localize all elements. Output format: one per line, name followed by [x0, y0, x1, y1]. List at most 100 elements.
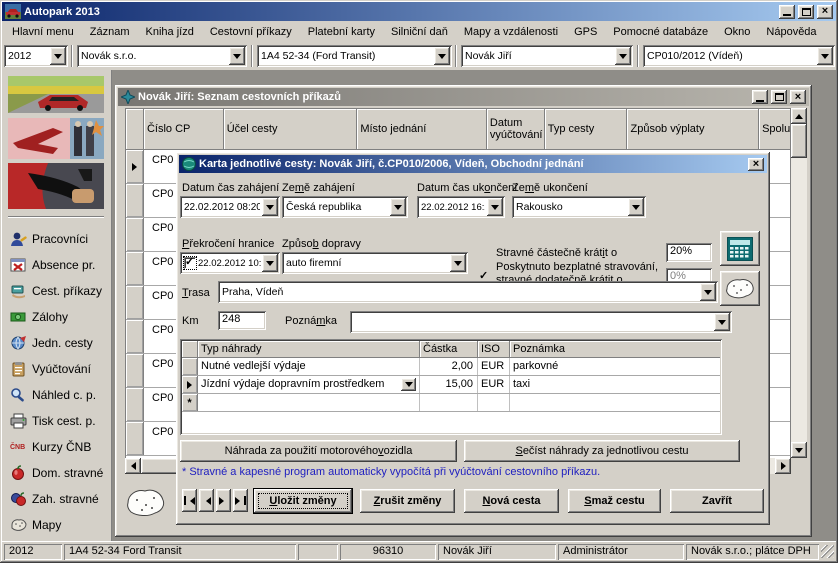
expense-iso-cell[interactable]: EUR: [478, 376, 510, 393]
menu-napoveda[interactable]: Nápověda: [758, 24, 824, 40]
start-datetime-combobox[interactable]: 22.02.2012 08:20: [180, 196, 280, 218]
menu-platebni-karty[interactable]: Platební karty: [300, 24, 383, 40]
trip-combobox[interactable]: CP010/2012 (Vídeň): [643, 45, 835, 67]
transport-mode-combobox[interactable]: auto firemní: [282, 252, 468, 274]
calculator-button[interactable]: [720, 231, 760, 266]
czech-map-icon[interactable]: [124, 485, 166, 521]
expense-column-iso[interactable]: ISO: [478, 341, 510, 358]
route-map-button[interactable]: [720, 271, 760, 306]
expense-column-castka[interactable]: Částka: [420, 341, 478, 358]
sidebar-item-mapy[interactable]: Mapy: [10, 512, 110, 538]
dropdown-button[interactable]: [450, 254, 466, 272]
km-field[interactable]: 248: [218, 311, 266, 330]
scroll-left-button[interactable]: [125, 458, 141, 474]
sidebar-item-absence-pr[interactable]: Absence pr.: [10, 252, 110, 278]
expense-note-cell[interactable]: parkovné: [510, 358, 720, 375]
dropdown-button[interactable]: [487, 198, 503, 216]
sidebar-item-tisk-cest-p[interactable]: Tisk cest. p.: [10, 408, 110, 434]
expense-column-typ-nahrady[interactable]: Typ náhrady: [198, 341, 420, 358]
sidebar-item-kurzy-cnb[interactable]: ČNB Kurzy ČNB: [10, 434, 110, 460]
sidebar-item-zalohy[interactable]: Zálohy: [10, 304, 110, 330]
sidebar-item-nahled-cp[interactable]: Náhled c. p.: [10, 382, 110, 408]
meal-cut-percent-field[interactable]: 20%: [666, 243, 712, 262]
car-photo[interactable]: [8, 76, 104, 113]
scroll-down-button[interactable]: [791, 442, 807, 458]
start-country-combobox[interactable]: Česká republika: [282, 196, 408, 218]
dropdown-button[interactable]: [262, 254, 278, 272]
sidebar-item-cest-prikazy[interactable]: Cest. příkazy: [10, 278, 110, 304]
dropdown-button[interactable]: [390, 198, 406, 216]
child-minimize-button[interactable]: [752, 90, 768, 104]
hscrollbar-thumb[interactable]: [141, 458, 181, 474]
menu-mapy-a-vzdalenosti[interactable]: Mapy a vzdálenosti: [456, 24, 566, 40]
cancel-changes-button[interactable]: Zrušit změny: [360, 489, 455, 513]
vehicle-compensation-button[interactable]: Náhrada za použití motorového vozidla: [180, 440, 457, 462]
scroll-up-button[interactable]: [791, 108, 807, 124]
note-combobox[interactable]: [350, 311, 732, 333]
scroll-right-button[interactable]: [775, 458, 791, 474]
expense-type-dropdown-button[interactable]: [401, 378, 416, 391]
close-dialog-button[interactable]: Zavřít: [670, 489, 764, 513]
expense-type-cell[interactable]: Nutné vedlejší výdaje: [198, 358, 420, 375]
menu-gps[interactable]: GPS: [566, 24, 605, 40]
dropdown-button[interactable]: [714, 313, 730, 331]
year-combobox[interactable]: 2012: [4, 45, 68, 67]
expense-row-selected[interactable]: Jízdní výdaje dopravním prostředkem 15,0…: [182, 376, 720, 394]
last-record-button[interactable]: [233, 489, 248, 512]
border-crossing-combobox[interactable]: 22.02.2012 10:15: [180, 252, 280, 274]
end-datetime-combobox[interactable]: 22.02.2012 16:25: [417, 196, 505, 218]
column-header-misto-jednani[interactable]: Místo jednání: [357, 109, 487, 150]
year-dropdown-button[interactable]: [50, 47, 66, 65]
dropdown-button[interactable]: [700, 283, 716, 301]
expense-column-poznamka[interactable]: Poznámka: [510, 341, 720, 358]
menu-silnicni-dan[interactable]: Silniční daň: [383, 24, 456, 40]
column-header-ucel-cesty[interactable]: Účel cesty: [224, 109, 358, 150]
first-record-button[interactable]: [182, 489, 197, 512]
sidebar-item-pracovnici[interactable]: Pracovníci: [10, 226, 110, 252]
sidebar-item-jedn-cesty[interactable]: Jedn. cesty: [10, 330, 110, 356]
company-combobox[interactable]: Novák s.r.o.: [77, 45, 247, 67]
maximize-button[interactable]: [798, 5, 814, 19]
sidebar-item-vyuctovani[interactable]: Vyúčtování: [10, 356, 110, 382]
trip-dropdown-button[interactable]: [817, 47, 833, 65]
minimize-button[interactable]: [779, 5, 795, 19]
dialog-close-button[interactable]: ×: [748, 158, 764, 171]
scrollbar-thumb[interactable]: [791, 124, 807, 158]
delete-trip-button[interactable]: Smaž cestu: [568, 489, 661, 513]
child-close-button[interactable]: ×: [790, 90, 806, 104]
child-maximize-button[interactable]: [771, 90, 787, 104]
resize-grip[interactable]: [821, 545, 834, 558]
expense-iso-cell[interactable]: EUR: [478, 358, 510, 375]
sum-trip-button[interactable]: Sečíst náhrady za jednotlivou cestu: [464, 440, 740, 462]
previous-record-button[interactable]: [199, 489, 214, 512]
expense-amount-cell[interactable]: 2,00: [420, 358, 478, 375]
column-header-cislo-cp[interactable]: Číslo CP: [144, 109, 224, 150]
vertical-scrollbar[interactable]: [791, 108, 807, 458]
expense-new-row[interactable]: *: [182, 394, 720, 412]
close-button[interactable]: ×: [817, 5, 833, 19]
column-header-typ-cesty[interactable]: Typ cesty: [545, 109, 628, 150]
expense-type-cell[interactable]: Jízdní výdaje dopravním prostředkem: [198, 376, 420, 393]
fuel-pump-photo[interactable]: [8, 163, 104, 209]
expense-note-cell[interactable]: taxi: [510, 376, 720, 393]
travel-orders-titlebar[interactable]: Novák Jiří: Seznam cestovních příkazů ×: [118, 88, 809, 106]
company-dropdown-button[interactable]: [229, 47, 245, 65]
column-header-datum-vyuctovani[interactable]: Datum vyúčtování: [487, 109, 545, 150]
new-trip-button[interactable]: Nová cesta: [464, 489, 559, 513]
vehicle-dropdown-button[interactable]: [434, 47, 450, 65]
menu-cestovni-prikazy[interactable]: Cestovní příkazy: [202, 24, 300, 40]
vehicle-combobox[interactable]: 1A4 52-34 (Ford Transit): [257, 45, 452, 67]
menu-kniha-jizd[interactable]: Kniha jízd: [138, 24, 202, 40]
dropdown-button[interactable]: [262, 198, 278, 216]
dropdown-button[interactable]: [628, 198, 644, 216]
airplane-photo[interactable]: [8, 118, 104, 159]
route-combobox[interactable]: Praha, Vídeň: [218, 281, 718, 303]
driver-combobox[interactable]: Novák Jiří: [461, 45, 633, 67]
expense-amount-cell[interactable]: 15,00: [420, 376, 478, 393]
save-changes-button[interactable]: Uložit změny: [254, 489, 352, 513]
dialog-titlebar[interactable]: Karta jednotlivé cesty: Novák Jiří, č.CP…: [179, 155, 767, 173]
next-record-button[interactable]: [216, 489, 231, 512]
end-country-combobox[interactable]: Rakousko: [512, 196, 646, 218]
menu-pomocne-databaze[interactable]: Pomocné databáze: [605, 24, 716, 40]
menu-okno[interactable]: Okno: [716, 24, 758, 40]
